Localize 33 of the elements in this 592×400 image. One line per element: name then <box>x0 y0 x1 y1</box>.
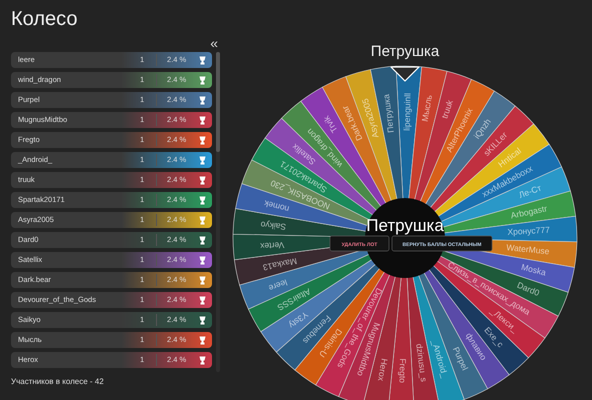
winner-title: Петрушка <box>370 43 440 60</box>
slice-label: WaterMuse <box>506 242 550 256</box>
cup-icon[interactable] <box>198 116 206 124</box>
collapse-button[interactable]: « <box>210 36 218 50</box>
page-title: Колесо <box>11 7 78 32</box>
participants-count: Участников в колесе - 42 <box>11 376 105 388</box>
cup-icon[interactable] <box>198 256 206 264</box>
slice-label: Saikyo <box>260 220 286 232</box>
cup-icon[interactable] <box>198 76 206 84</box>
slice-label: Петрушка <box>380 94 396 134</box>
scrollbar[interactable] <box>216 52 220 372</box>
cup-icon[interactable] <box>198 56 206 64</box>
cup-icon[interactable] <box>198 316 206 324</box>
slice-label: dzinusu_s <box>414 343 430 382</box>
cup-icon[interactable] <box>198 196 206 204</box>
cup-icon[interactable] <box>198 336 206 344</box>
pointer-icon <box>390 66 420 82</box>
slice-label: leere <box>267 277 289 294</box>
cup-icon[interactable] <box>198 176 206 184</box>
slice-label: Maxka13 <box>262 256 298 273</box>
cup-icon[interactable] <box>198 96 206 104</box>
cup-icon[interactable] <box>198 236 206 244</box>
cup-icon[interactable] <box>198 156 206 164</box>
slice-label: lipenguinll <box>402 92 412 131</box>
slice-label: Мысль <box>420 94 434 122</box>
slice-label: Fregto <box>398 358 408 384</box>
winner-label: Петрушка <box>366 216 444 235</box>
slice-label: Хронус777 <box>507 224 550 237</box>
slice-label: Arbogastr <box>510 203 548 220</box>
slice-label: Vertex <box>260 240 285 252</box>
cup-icon[interactable] <box>198 136 206 144</box>
cup-icon[interactable] <box>198 296 206 304</box>
cup-icon[interactable] <box>198 356 206 364</box>
